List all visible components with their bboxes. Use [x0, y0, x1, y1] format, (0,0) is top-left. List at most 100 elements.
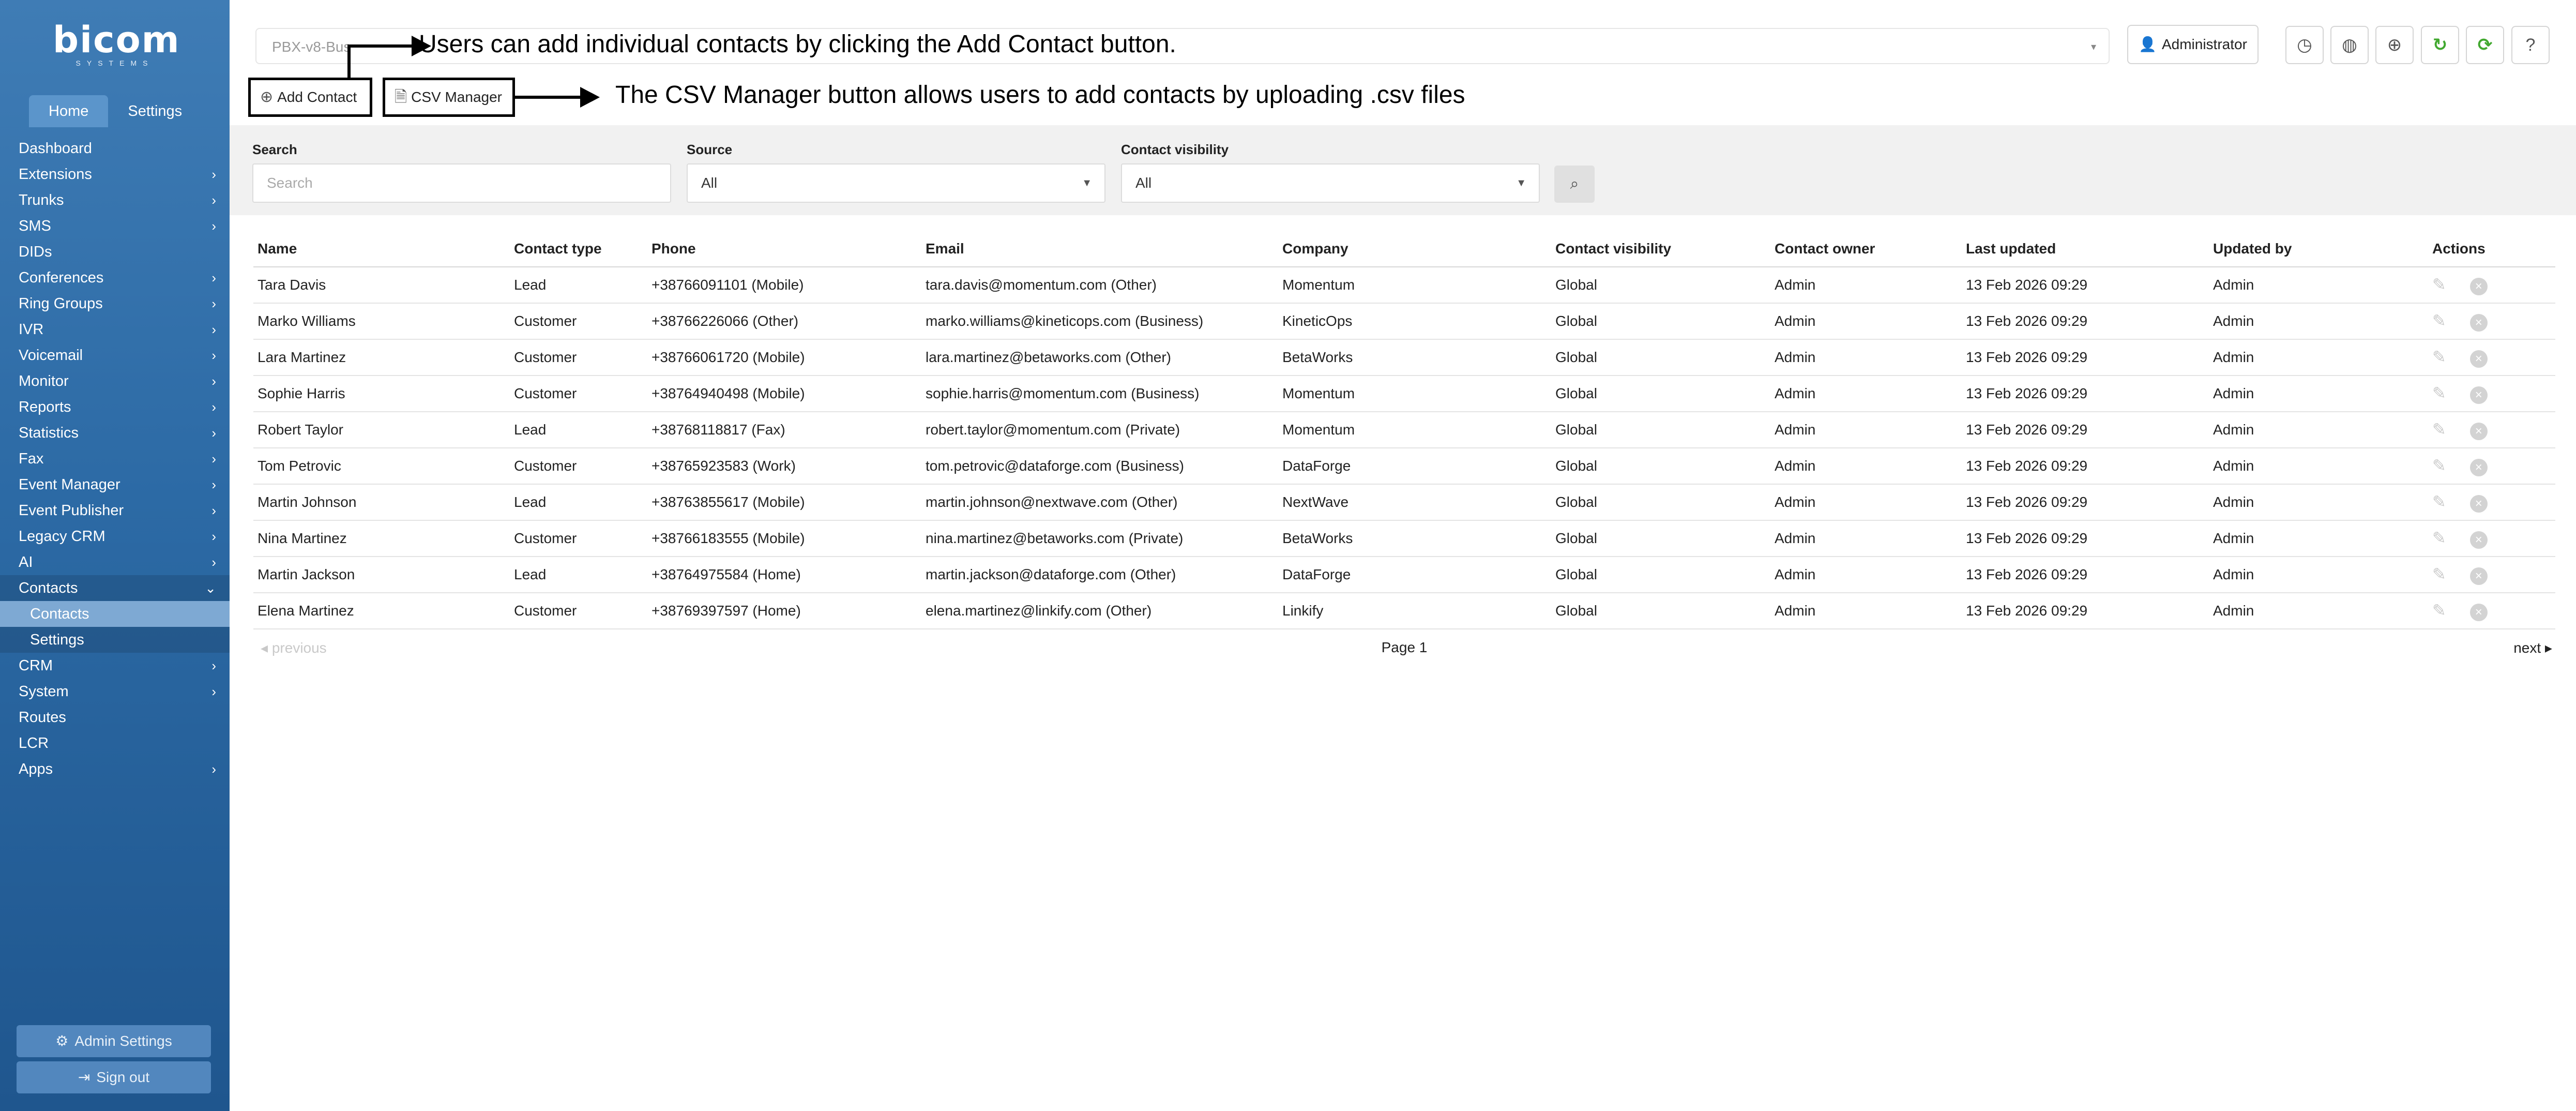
sidebar-item-label: Conferences: [19, 269, 104, 286]
sidebar-item-sms[interactable]: SMS ›: [0, 213, 230, 239]
help-button[interactable]: ?: [2511, 26, 2550, 64]
table-cell: Tom Petrovic: [253, 448, 510, 485]
network-button[interactable]: ⊕: [2375, 26, 2414, 64]
sidebar-item-event-manager[interactable]: Event Manager ›: [0, 472, 230, 498]
sidebar-item-voicemail[interactable]: Voicemail ›: [0, 342, 230, 368]
sidebar-item-statistics[interactable]: Statistics ›: [0, 420, 230, 446]
source-select[interactable]: All ▼: [687, 163, 1105, 203]
table-row[interactable]: Sophie Harris Customer +38764940498 (Mobil…: [253, 376, 2555, 412]
edit-icon[interactable]: ✎: [2432, 420, 2446, 439]
sidebar-item-dashboard[interactable]: Dashboard: [0, 136, 230, 161]
add-contact-button[interactable]: ⊕ Add Contact: [248, 78, 372, 117]
column-header[interactable]: Contact owner: [1770, 231, 1962, 267]
delete-icon[interactable]: ×: [2469, 277, 2488, 295]
tab-settings[interactable]: Settings: [108, 95, 202, 127]
search-button[interactable]: ⌕: [1554, 166, 1595, 203]
table-row[interactable]: Tom Petrovic Customer +38765923583 (Work) t…: [253, 448, 2555, 485]
delete-icon[interactable]: ×: [2469, 386, 2488, 404]
edit-icon[interactable]: ✎: [2432, 311, 2446, 330]
edit-icon[interactable]: ✎: [2432, 348, 2446, 366]
table-row[interactable]: Elena Martinez Customer +38769397597 (Home…: [253, 593, 2555, 629]
language-button[interactable]: ◍: [2330, 26, 2369, 64]
column-header[interactable]: Company: [1278, 231, 1551, 267]
edit-icon[interactable]: ✎: [2432, 384, 2446, 402]
table-cell: KineticOps: [1278, 303, 1551, 340]
sidebar-item-label: AI: [19, 554, 33, 570]
sidebar-item-ring-groups[interactable]: Ring Groups ›: [0, 291, 230, 317]
sidebar-item-label: CRM: [19, 657, 53, 674]
visibility-label: Contact visibility: [1121, 142, 1229, 157]
edit-icon[interactable]: ✎: [2432, 275, 2446, 294]
delete-icon[interactable]: ×: [2469, 531, 2488, 549]
admin-settings-button[interactable]: ⚙ Admin Settings: [17, 1025, 211, 1057]
sidebar-item-event-publisher[interactable]: Event Publisher ›: [0, 498, 230, 523]
table-row[interactable]: Lara Martinez Customer +38766061720 (Mobil…: [253, 339, 2555, 376]
column-header[interactable]: Email: [921, 231, 1278, 267]
column-header[interactable]: Contact visibility: [1551, 231, 1770, 267]
delete-icon[interactable]: ×: [2469, 350, 2488, 368]
table-row[interactable]: Tara Davis Lead +38766091101 (Mobile) tara.…: [253, 267, 2555, 304]
table-row[interactable]: Martin Jackson Lead +38764975584 (Home) mar…: [253, 557, 2555, 593]
tab-home[interactable]: Home: [29, 95, 109, 127]
delete-icon[interactable]: ×: [2469, 458, 2488, 476]
row-actions: ✎ ×: [2428, 267, 2555, 304]
table-row[interactable]: Marko Williams Customer +38766226066 (Othe…: [253, 303, 2555, 340]
sidebar-item-crm[interactable]: CRM ›: [0, 653, 230, 679]
delete-icon[interactable]: ×: [2469, 313, 2488, 332]
delete-icon[interactable]: ×: [2469, 603, 2488, 621]
chevron-right-icon: ›: [211, 192, 216, 208]
next-page-button[interactable]: next ▸: [2513, 639, 2552, 656]
delete-icon[interactable]: ×: [2469, 567, 2488, 585]
column-header[interactable]: Phone: [647, 231, 921, 267]
edit-icon[interactable]: ✎: [2432, 601, 2446, 620]
table-cell: Global: [1551, 448, 1770, 485]
sidebar-subitem-contacts[interactable]: Contacts: [0, 601, 230, 627]
sidebar-item-reports[interactable]: Reports ›: [0, 394, 230, 420]
sidebar-item-legacy-crm[interactable]: Legacy CRM ›: [0, 523, 230, 549]
cogs-icon: ⚙: [55, 1033, 69, 1049]
sidebar-item-monitor[interactable]: Monitor ›: [0, 368, 230, 394]
sidebar-item-fax[interactable]: Fax ›: [0, 446, 230, 472]
sidebar-item-ai[interactable]: AI ›: [0, 549, 230, 575]
sidebar-item-extensions[interactable]: Extensions ›: [0, 161, 230, 187]
table-row[interactable]: Martin Johnson Lead +38763855617 (Mobile) m…: [253, 484, 2555, 521]
edit-icon[interactable]: ✎: [2432, 456, 2446, 475]
clock-button[interactable]: ◷: [2285, 26, 2324, 64]
file-icon: 🗎: [395, 88, 407, 106]
table-cell: Customer: [510, 376, 647, 412]
source-label: Source: [687, 142, 733, 157]
edit-icon[interactable]: ✎: [2432, 492, 2446, 511]
sidebar-item-trunks[interactable]: Trunks ›: [0, 187, 230, 213]
sidebar-menu: Dashboard Extensions › Trunks › SMS › DIDs …: [0, 136, 230, 782]
table-row[interactable]: Robert Taylor Lead +38768118817 (Fax) rober…: [253, 412, 2555, 448]
edit-icon[interactable]: ✎: [2432, 529, 2446, 547]
column-header[interactable]: Contact type: [510, 231, 647, 267]
reload-button[interactable]: ⟳: [2466, 26, 2504, 64]
table-row[interactable]: Nina Martinez Customer +38766183555 (Mobil…: [253, 520, 2555, 557]
sign-out-button[interactable]: ⇥ Sign out: [17, 1061, 211, 1093]
delete-icon[interactable]: ×: [2469, 422, 2488, 440]
chevron-right-icon: ›: [211, 451, 216, 467]
sidebar-item-apps[interactable]: Apps ›: [0, 756, 230, 782]
sidebar-item-ivr[interactable]: IVR ›: [0, 317, 230, 342]
sidebar-item-label: Voicemail: [19, 347, 83, 364]
column-header[interactable]: Updated by: [2209, 231, 2428, 267]
sidebar-item-system[interactable]: System ›: [0, 679, 230, 704]
chevron-right-icon: ›: [211, 348, 216, 363]
visibility-select[interactable]: All ▼: [1121, 163, 1540, 203]
sidebar-item-conferences[interactable]: Conferences ›: [0, 265, 230, 291]
column-header[interactable]: Name: [253, 231, 510, 267]
sidebar-subitem-settings[interactable]: Settings: [0, 627, 230, 653]
refresh-button[interactable]: ↻: [2421, 26, 2459, 64]
column-header[interactable]: Last updated: [1962, 231, 2209, 267]
edit-icon[interactable]: ✎: [2432, 565, 2446, 583]
sidebar-item-lcr[interactable]: LCR: [0, 730, 230, 756]
delete-icon[interactable]: ×: [2469, 494, 2488, 513]
logo[interactable]: bicom SYSTEMS: [53, 22, 179, 68]
sidebar-item-contacts[interactable]: Contacts ⌄: [0, 575, 230, 601]
csv-manager-button[interactable]: 🗎 CSV Manager: [383, 78, 515, 117]
sidebar-item-dids[interactable]: DIDs: [0, 239, 230, 265]
user-menu-button[interactable]: 👤 Administrator: [2127, 25, 2259, 64]
search-input[interactable]: Search: [252, 163, 671, 203]
sidebar-item-routes[interactable]: Routes: [0, 704, 230, 730]
